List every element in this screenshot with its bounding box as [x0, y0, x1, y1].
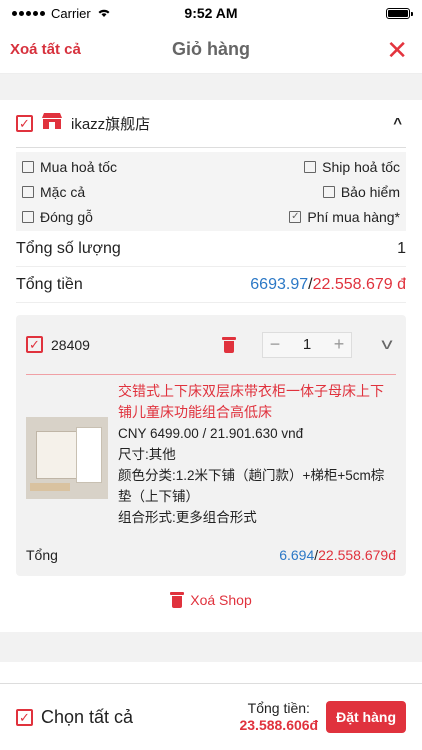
item-total-vnd: 22.558.679đ [318, 547, 396, 563]
quantity-value: 1 [397, 239, 406, 257]
item-checkbox[interactable]: ✓ [26, 336, 43, 353]
option-label: Mặc cả [40, 183, 86, 200]
product-image[interactable] [26, 417, 108, 499]
shop-name: ikazz旗舰店 [71, 116, 151, 133]
spacer [0, 632, 422, 662]
option-dong-go[interactable]: Đóng gỗ [22, 206, 211, 227]
shop-header[interactable]: ✓ ikazz旗舰店 ^ [16, 100, 406, 148]
clock: 9:52 AM [184, 5, 238, 21]
checked-checkbox-icon[interactable]: ✓ [289, 210, 302, 223]
product-attr-combo: 组合形式:更多组合形式 [118, 510, 257, 525]
item-total-value: 6.694/22.558.679đ [279, 547, 396, 563]
collapse-caret-icon[interactable]: ^ [393, 115, 406, 132]
total-label: Tổng tiền [16, 275, 83, 293]
checkbox-icon[interactable] [322, 185, 335, 198]
status-bar: Carrier 9:52 AM [0, 0, 422, 26]
delete-all-button[interactable]: Xoá tất cả [10, 41, 81, 58]
option-mua-hoa-toc[interactable]: Mua hoả tốc [22, 156, 211, 177]
chevron-down-icon[interactable]: v [374, 336, 399, 354]
total-row: Tổng tiền 6693.97/22.558.679 đ [16, 267, 406, 303]
nav-bar: Xoá tất cả Giỏ hàng ✕ [0, 26, 422, 74]
cart-item-header: ✓ 28409 − 1 + v [26, 315, 396, 375]
total-cny: 6693.97 [250, 275, 309, 293]
item-total-cny: 6.694 [279, 547, 315, 563]
option-label: Bảo hiểm [340, 183, 400, 200]
product-attr-size: 尺寸:其他 [118, 447, 176, 462]
product-info: 交错式上下床双层床带衣柜一体子母床上下铺儿童床功能组合高低床 CNY 6499.… [118, 381, 396, 528]
item-total-label: Tổng [26, 547, 58, 563]
trash-icon [170, 592, 185, 608]
total-vnd: 22.558.679 đ [312, 275, 406, 293]
checkbox-icon[interactable] [304, 160, 317, 173]
delete-shop-button[interactable]: Xoá Shop [16, 576, 406, 632]
shop-checkbox[interactable]: ✓ [16, 115, 33, 132]
item-id: 28409 [51, 336, 90, 353]
store-icon [41, 112, 63, 135]
product-price: CNY 6499.00 / 21.901.630 vnđ [118, 426, 304, 441]
product-name[interactable]: 交错式上下床双层床带衣柜一体子母床上下铺儿童床功能组合高低床 [118, 381, 396, 423]
service-options: Mua hoả tốc Ship hoả tốc Mặc cả Bảo hiểm… [16, 152, 406, 231]
battery-icon [386, 7, 413, 19]
checkbox-icon[interactable] [22, 160, 34, 173]
checkout-bar: ✓ Chọn tất cả Tổng tiền: 23.588.606đ Đặt… [0, 683, 422, 750]
select-all-label: Chọn tất cả [41, 706, 134, 727]
order-button[interactable]: Đặt hàng [326, 701, 406, 733]
option-label: Phí mua hàng* [307, 208, 400, 225]
option-label: Đóng gỗ [40, 208, 93, 225]
select-all-checkbox[interactable]: ✓ [16, 708, 33, 726]
option-phi-mua-hang[interactable]: ✓ Phí mua hàng* [211, 206, 400, 227]
product-row: 交错式上下床双层床带衣柜一体子母床上下铺儿童床功能组合高低床 CNY 6499.… [26, 375, 396, 534]
option-mac-ca[interactable]: Mặc cả [22, 181, 211, 202]
checkbox-icon[interactable] [22, 185, 34, 198]
grand-total-label: Tổng tiền: [247, 700, 310, 716]
checkbox-icon[interactable] [22, 210, 34, 223]
cart-item-card: ✓ 28409 − 1 + v 交错式上下床双层床带衣柜一体子母床上下铺儿童床功… [16, 315, 406, 576]
option-label: Ship hoả tốc [322, 158, 400, 175]
cabinet-shape [76, 427, 102, 483]
quantity-row: Tổng số lượng 1 [16, 231, 406, 267]
item-total-row: Tổng 6.694/22.558.679đ [26, 534, 396, 576]
floor-shape [30, 483, 70, 491]
shop-section: ✓ ikazz旗舰店 ^ Mua hoả tốc Ship hoả tốc Mặ… [0, 100, 422, 632]
grand-total-value: 23.588.606đ [239, 717, 319, 733]
quantity-input[interactable]: 1 [287, 336, 327, 353]
quantity-label: Tổng số lượng [16, 239, 121, 257]
grand-total: Tổng tiền: 23.588.606đ [239, 700, 318, 734]
spacer [0, 74, 422, 100]
delete-shop-label: Xoá Shop [190, 592, 252, 608]
option-bao-hiem[interactable]: Bảo hiểm [211, 181, 400, 202]
plus-button[interactable]: + [327, 334, 351, 355]
trash-icon[interactable] [222, 336, 236, 353]
select-all[interactable]: ✓ Chọn tất cả [16, 707, 239, 728]
minus-button[interactable]: − [263, 334, 287, 355]
total-value: 6693.97/22.558.679 đ [250, 275, 406, 293]
quantity-stepper: − 1 + [262, 331, 352, 358]
product-attr-color: 颜色分类:1.2米下铺（趟门款）+梯柜+5cm棕垫（上下铺） [118, 468, 385, 504]
option-label: Mua hoả tốc [40, 158, 118, 175]
close-icon[interactable]: ✕ [386, 37, 408, 63]
option-ship-hoa-toc[interactable]: Ship hoả tốc [211, 156, 400, 177]
